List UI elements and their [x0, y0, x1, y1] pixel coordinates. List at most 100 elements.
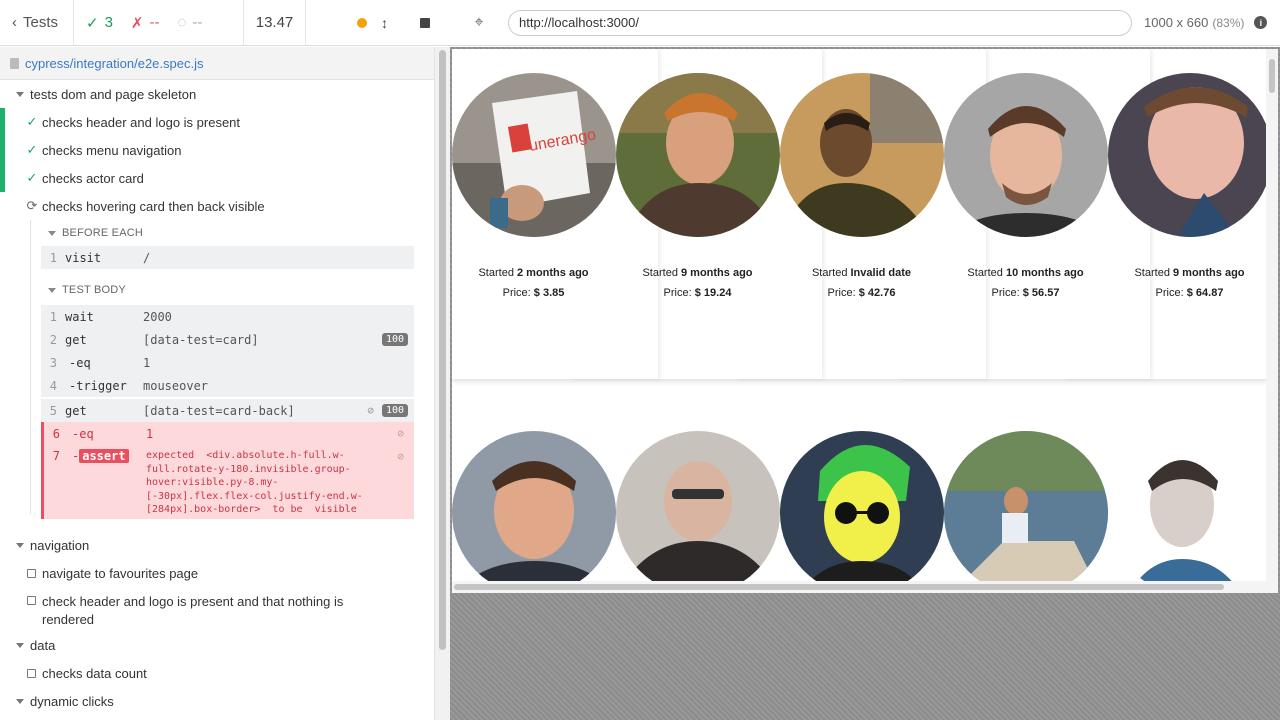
price-value: $ 19.24 [694, 287, 732, 299]
test-item[interactable]: ✓ checks header and logo is present [0, 108, 434, 136]
app-under-test-area: unerango Started 2 months ago Price: $ 3… [450, 47, 1280, 720]
command-number: 5 [49, 403, 57, 418]
url-bar[interactable]: http://localhost:3000/ [508, 9, 1132, 36]
test-title: check header and logo is present and tha… [42, 593, 343, 629]
actor-avatar [1108, 431, 1272, 593]
actor-avatar [616, 73, 780, 237]
command-number: 4 [49, 378, 57, 393]
suite-header[interactable]: data [0, 631, 434, 659]
scrollbar-thumb[interactable] [454, 584, 1224, 590]
started-value: Invalid date [850, 267, 912, 279]
command-number: 1 [49, 250, 57, 265]
refresh-spinner-icon: ⟳ [26, 198, 38, 213]
actor-avatar [944, 73, 1108, 237]
command-number: 3 [49, 355, 57, 370]
assert-tag: assert [79, 449, 129, 463]
test-item[interactable]: ✓ checks actor card [0, 164, 434, 192]
test-item[interactable]: navigate to favourites page [0, 559, 434, 587]
check-icon: ✓ [26, 114, 38, 129]
tests-back-button[interactable]: ‹ Tests [0, 0, 74, 45]
caret-down-icon [16, 91, 24, 97]
price-label: Price: [1155, 287, 1184, 299]
command-row[interactable]: 4 -trigger mouseover [41, 374, 414, 397]
test-title-line: check header and logo is present and tha… [42, 594, 344, 609]
card-started: Started 9 months ago [616, 267, 779, 279]
started-label: Started [811, 267, 848, 279]
command-message: 2000 [143, 309, 172, 324]
suite-header[interactable]: tests dom and page skeleton [0, 80, 434, 108]
suite-title: navigation [30, 537, 90, 553]
checkbox-icon [27, 596, 36, 605]
element-count-badge: 100 [381, 404, 408, 417]
started-value: 2 months ago [517, 267, 589, 279]
tests-label: Tests [23, 14, 59, 31]
passed-count: 3 [104, 14, 113, 31]
suite-header[interactable]: navigation [0, 531, 434, 559]
price-label: Price: [502, 287, 531, 299]
test-title: checks actor card [42, 170, 144, 186]
test-item[interactable]: ✓ checks menu navigation [0, 136, 434, 164]
auto-scroll-icon[interactable]: ↕ [381, 15, 388, 31]
pending-count: -- [192, 14, 203, 31]
test-title: checks header and logo is present [42, 114, 241, 130]
suite-title: data [30, 637, 56, 653]
assert-line: expected <div.absolute.h-full.w- [146, 450, 345, 461]
scrollbar-thumb[interactable] [439, 50, 446, 650]
spec-file-link[interactable]: cypress/integration/e2e.spec.js [25, 56, 203, 71]
card-price: Price: $ 42.76 [780, 287, 943, 299]
test-item[interactable]: check header and logo is present and tha… [0, 587, 434, 631]
command-row-failed[interactable]: 6 -eq 1 ⊘ [41, 422, 414, 445]
check-icon: ✓ [26, 170, 38, 185]
failed-count: -- [149, 14, 160, 31]
assert-message: expected <div.absolute.h-full.w- full.ro… [146, 449, 414, 517]
actor-avatar [780, 431, 944, 593]
card-row: unerango Started 2 months ago Price: $ 3… [452, 49, 1272, 379]
suite-header[interactable]: dynamic clicks [0, 687, 434, 715]
actor-avatar: unerango [452, 73, 616, 237]
stop-icon[interactable] [420, 17, 430, 28]
test-item-running[interactable]: ⟳ checks hovering card then back visible [0, 192, 434, 220]
run-controls: ↕ [306, 0, 450, 45]
test-item[interactable]: checks data count [0, 659, 434, 687]
checkbox-icon [27, 568, 36, 578]
reporter-scrollbar[interactable] [434, 47, 450, 720]
eye-slash-icon: ⊘ [397, 427, 404, 440]
command-row[interactable]: 3 -eq 1 [41, 351, 414, 374]
eye-slash-icon: ⊘ [367, 404, 374, 417]
started-label: Started [1134, 267, 1170, 279]
command-message: [data-test=card] [143, 332, 259, 347]
app-horizontal-scrollbar[interactable] [452, 581, 1278, 593]
card-price: Price: $ 64.87 [1108, 287, 1271, 299]
card-started: Started Invalid date [780, 267, 943, 279]
before-each-header[interactable]: BEFORE EACH [0, 220, 434, 246]
app-vertical-scrollbar[interactable] [1266, 49, 1278, 581]
info-icon[interactable]: i [1254, 16, 1268, 29]
suite-title: dynamic clicks [30, 693, 114, 709]
caret-down-icon [16, 542, 24, 548]
command-row-assert[interactable]: 7 - assert expected <div.absolute.h-full.… [41, 445, 414, 519]
check-icon: ✓ [86, 14, 99, 32]
running-indicator-icon [357, 17, 367, 28]
price-label: Price: [663, 287, 692, 299]
spec-file-bar: cypress/integration/e2e.spec.js [0, 47, 434, 80]
command-row[interactable]: 1 visit / [41, 246, 414, 269]
command-row[interactable]: 2 get [data-test=card] 100 [41, 328, 414, 351]
command-name: get [65, 332, 87, 347]
selector-playground-crosshair-icon[interactable]: ⌖ [450, 14, 508, 32]
scrollbar-thumb[interactable] [1269, 59, 1275, 93]
started-label: Started [478, 267, 514, 279]
actor-avatar [944, 431, 1108, 593]
assert-line: full.rotate-y-180.invisible.group- [146, 463, 351, 475]
command-name: wait [65, 309, 94, 324]
caret-down-icon [16, 698, 24, 704]
command-row[interactable]: 1 wait 2000 [41, 305, 414, 328]
test-body-header[interactable]: TEST BODY [0, 277, 434, 303]
viewport-scale: (83%) [1212, 16, 1245, 30]
viewport-dimensions: 1000 x 660 [1144, 15, 1209, 30]
command-row[interactable]: 5 get [data-test=card-back] ⊘ 100 [41, 399, 414, 422]
test-title-line: rendered [42, 612, 95, 627]
command-message: / [143, 250, 151, 265]
command-name: visit [65, 250, 102, 265]
command-number: 1 [49, 309, 57, 324]
actor-avatar [1108, 73, 1272, 237]
